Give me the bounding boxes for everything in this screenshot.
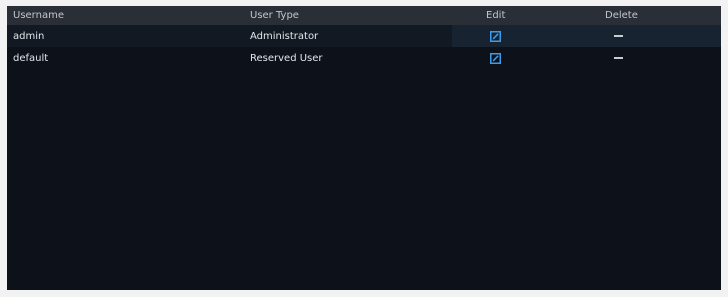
table-header: Username User Type Edit Delete bbox=[7, 6, 721, 25]
edit-cell bbox=[486, 47, 501, 69]
edit-cell bbox=[486, 25, 501, 47]
username-cell: admin bbox=[13, 30, 45, 42]
dash-icon bbox=[611, 30, 625, 42]
edit-icon[interactable] bbox=[489, 52, 501, 64]
user-type-cell: Administrator bbox=[250, 30, 319, 42]
user-management-panel: Username User Type Edit Delete admin Adm… bbox=[7, 6, 721, 290]
delete-cell bbox=[605, 47, 625, 69]
user-type-cell: Reserved User bbox=[250, 52, 323, 64]
edit-icon[interactable] bbox=[489, 30, 501, 42]
column-header-edit: Edit bbox=[486, 10, 506, 21]
table-row[interactable]: admin Administrator bbox=[7, 25, 721, 47]
column-header-user-type: User Type bbox=[250, 10, 299, 21]
username-cell: default bbox=[13, 52, 49, 64]
delete-cell bbox=[605, 25, 625, 47]
column-header-delete: Delete bbox=[605, 10, 638, 21]
table-row[interactable]: default Reserved User bbox=[7, 47, 721, 69]
column-header-username: Username bbox=[13, 10, 64, 21]
dash-icon bbox=[611, 52, 625, 64]
